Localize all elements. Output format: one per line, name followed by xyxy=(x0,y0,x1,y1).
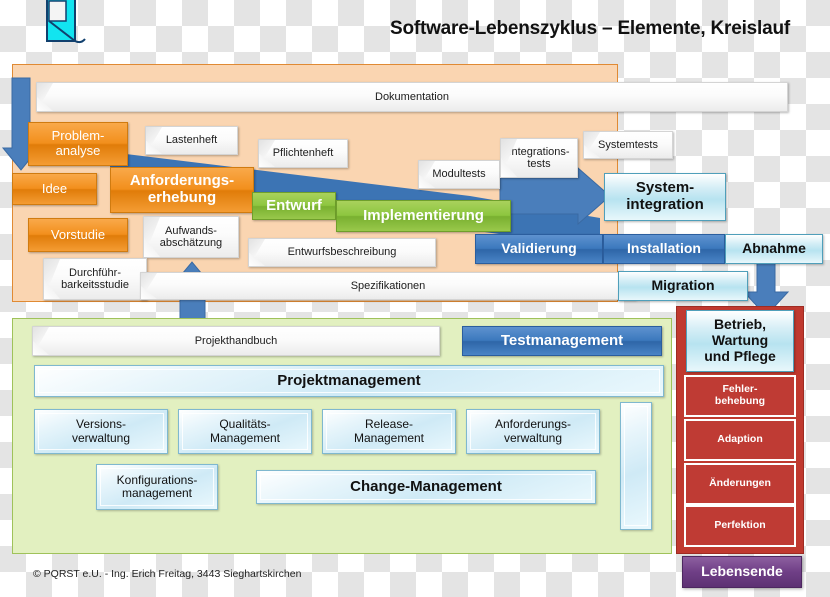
doc-lastenheft[interactable]: Lastenheft xyxy=(145,126,238,155)
doc-pflichtenheft[interactable]: Pflichtenheft xyxy=(258,139,348,168)
phase-validierung[interactable]: Validierung xyxy=(475,234,603,264)
diagram-canvas: Software-Lebenszyklus – Elemente, Kreisl… xyxy=(0,0,830,597)
phase-entwurf[interactable]: Entwurf xyxy=(252,192,336,220)
mgmt-qualitaetsmanagement[interactable]: Qualitäts- Management xyxy=(178,409,312,454)
mgmt-projektmanagement[interactable]: Projektmanagement xyxy=(34,365,664,397)
phase-vorstudie[interactable]: Vorstudie xyxy=(28,218,128,252)
phase-problemanalyse[interactable]: Problem- analyse xyxy=(28,122,128,166)
doc-systemtests[interactable]: Systemtests xyxy=(583,131,673,159)
ops-item-adaption[interactable]: Adaption xyxy=(684,419,796,461)
phase-migration[interactable]: Migration xyxy=(618,271,748,301)
mgmt-testmanagement[interactable]: Testmanagement xyxy=(462,326,662,356)
ops-item-aenderungen[interactable]: Änderungen xyxy=(684,463,796,505)
mgmt-releasemanagement[interactable]: Release- Management xyxy=(322,409,456,454)
ops-item-perfektion[interactable]: Perfektion xyxy=(684,505,796,547)
ops-lebensende[interactable]: Lebensende xyxy=(682,556,802,588)
doc-aufwandsabschaetzung[interactable]: Aufwands- abschätzung xyxy=(143,216,239,258)
phase-abnahme[interactable]: Abnahme xyxy=(725,234,823,264)
phase-implementierung[interactable]: Implementierung xyxy=(336,200,511,232)
doc-dokumentation[interactable]: Dokumentation xyxy=(36,82,788,112)
copyright-footer: © PQRST e.U. - Ing. Erich Freitag, 3443 … xyxy=(33,568,302,580)
mgmt-empty-column[interactable] xyxy=(620,402,652,530)
doc-modultests[interactable]: Modultests xyxy=(418,160,500,189)
ops-item-fehlerbehebung[interactable]: Fehler- behebung xyxy=(684,375,796,417)
doc-integrationstests[interactable]: Integrations- tests xyxy=(500,138,578,178)
phase-installation[interactable]: Installation xyxy=(603,234,725,264)
phase-idee[interactable]: Idee xyxy=(12,173,97,205)
doc-entwurfsbeschreibung[interactable]: Entwurfsbeschreibung xyxy=(248,238,436,267)
phase-systemintegration[interactable]: System- integration xyxy=(604,173,726,221)
phase-anforderungserhebung[interactable]: Anforderungs- erhebung xyxy=(110,167,254,213)
doc-projekthandbuch[interactable]: Projekthandbuch xyxy=(32,326,440,356)
mgmt-changemanagement[interactable]: Change-Management xyxy=(256,470,596,504)
doc-spezifikationen[interactable]: Spezifikationen xyxy=(140,272,636,300)
ops-betrieb-wartung-pflege[interactable]: Betrieb, Wartung und Pflege xyxy=(686,310,794,372)
doc-durchfuehrbarkeitsstudie[interactable]: Durchführ- barkeitsstudie xyxy=(43,258,147,300)
pqrst-logo-icon xyxy=(46,0,86,44)
page-title: Software-Lebenszyklus – Elemente, Kreisl… xyxy=(389,18,791,39)
mgmt-konfigurationsmanagement[interactable]: Konfigurations- management xyxy=(96,464,218,510)
mgmt-anforderungsverwaltung[interactable]: Anforderungs- verwaltung xyxy=(466,409,600,454)
mgmt-versionsverwaltung[interactable]: Versions- verwaltung xyxy=(34,409,168,454)
